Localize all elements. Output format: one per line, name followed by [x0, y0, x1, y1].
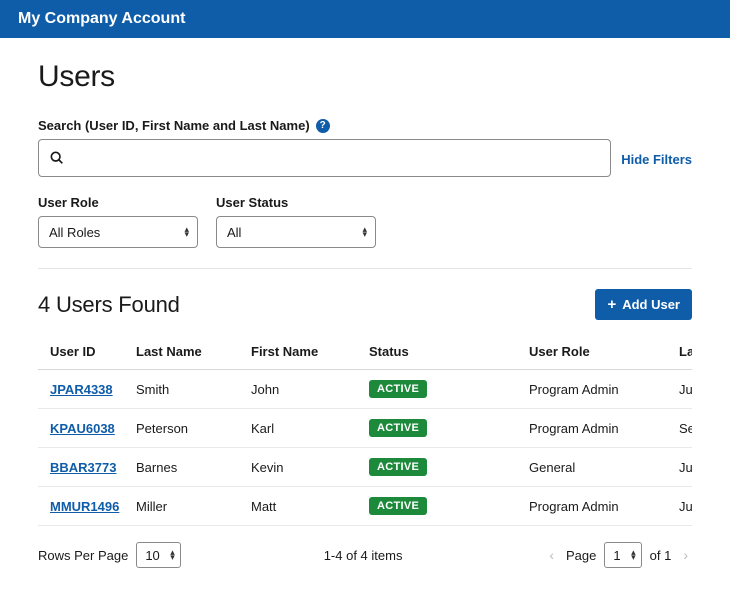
cell-last-login: Jul 0 — [675, 487, 692, 526]
status-badge: ACTIVE — [369, 497, 427, 515]
select-arrows-icon: ▴▾ — [170, 550, 175, 560]
filters-row: User Role All Roles ▴▾ User Status All ▴… — [38, 195, 692, 248]
users-table-wrap: User ID Last Name First Name Status User… — [38, 334, 692, 526]
table-row: BBAR3773 BarnesKevinACTIVE GeneralJul 0 — [38, 448, 692, 487]
add-user-label: Add User — [622, 297, 680, 312]
role-select-value: All Roles — [49, 225, 100, 240]
role-select[interactable]: All Roles ▴▾ — [38, 216, 198, 248]
user-id-link[interactable]: JPAR4338 — [50, 382, 113, 397]
role-label: User Role — [38, 195, 198, 210]
search-icon — [49, 150, 65, 166]
status-badge: ACTIVE — [369, 419, 427, 437]
table-row: JPAR4338 SmithJohnACTIVE Program AdminJul … — [38, 370, 692, 409]
cell-user-role: Program Admin — [525, 370, 675, 409]
rows-per-page-value: 10 — [145, 548, 159, 563]
user-id-link[interactable]: KPAU6038 — [50, 421, 115, 436]
cell-first-name: Matt — [247, 487, 365, 526]
page-number-select[interactable]: 1 ▴▾ — [604, 542, 641, 568]
status-badge: ACTIVE — [369, 458, 427, 476]
col-user-id[interactable]: User ID — [38, 334, 132, 370]
search-input[interactable] — [73, 150, 600, 166]
app-header: My Company Account — [0, 0, 730, 38]
page-title: Users — [38, 60, 692, 94]
select-arrows-icon: ▴▾ — [631, 550, 636, 560]
status-badge: ACTIVE — [369, 380, 427, 398]
hide-filters-link[interactable]: Hide Filters — [621, 152, 692, 167]
app-title: My Company Account — [18, 10, 185, 27]
cell-last-login: Jul 0 — [675, 448, 692, 487]
select-arrows-icon: ▴▾ — [184, 227, 189, 237]
help-icon[interactable]: ? — [316, 119, 330, 133]
col-last-name[interactable]: Last Name — [132, 334, 247, 370]
cell-first-name: John — [247, 370, 365, 409]
cell-last-name: Peterson — [132, 409, 247, 448]
rows-per-page-label: Rows Per Page — [38, 548, 128, 563]
add-user-button[interactable]: + Add User — [595, 289, 692, 320]
rows-per-page-select[interactable]: 10 ▴▾ — [136, 542, 180, 568]
col-first-name[interactable]: First Name — [247, 334, 365, 370]
users-table: User ID Last Name First Name Status User… — [38, 334, 692, 526]
cell-first-name: Kevin — [247, 448, 365, 487]
plus-icon: + — [607, 297, 616, 312]
cell-last-name: Barnes — [132, 448, 247, 487]
page-content: Users Search (User ID, First Name and La… — [0, 38, 730, 598]
table-row: KPAU6038 PetersonKarlACTIVE Program AdminS… — [38, 409, 692, 448]
col-user-role[interactable]: User Role — [525, 334, 675, 370]
col-last-login[interactable]: Last — [675, 334, 692, 370]
status-select[interactable]: All ▴▾ — [216, 216, 376, 248]
prev-page-icon[interactable]: ‹ — [545, 547, 558, 563]
cell-first-name: Karl — [247, 409, 365, 448]
page-label: Page — [566, 548, 596, 563]
filter-role: User Role All Roles ▴▾ — [38, 195, 198, 248]
search-box[interactable] — [38, 139, 611, 177]
col-status[interactable]: Status — [365, 334, 525, 370]
pagination-left: Rows Per Page 10 ▴▾ — [38, 542, 181, 568]
user-id-link[interactable]: BBAR3773 — [50, 460, 116, 475]
results-title: 4 Users Found — [38, 292, 180, 318]
cell-last-login: Jul 0 — [675, 370, 692, 409]
filter-status: User Status All ▴▾ — [216, 195, 376, 248]
user-id-link[interactable]: MMUR1496 — [50, 499, 119, 514]
table-header-row: User ID Last Name First Name Status User… — [38, 334, 692, 370]
pagination-range: 1-4 of 4 items — [324, 548, 403, 563]
cell-user-role: Program Admin — [525, 487, 675, 526]
select-arrows-icon: ▴▾ — [362, 227, 367, 237]
results-head: 4 Users Found + Add User — [38, 289, 692, 320]
pagination: Rows Per Page 10 ▴▾ 1-4 of 4 items ‹ Pag… — [38, 542, 692, 568]
of-text: of 1 — [650, 548, 672, 563]
search-label-row: Search (User ID, First Name and Last Nam… — [38, 118, 611, 133]
status-select-value: All — [227, 225, 241, 240]
search-label: Search (User ID, First Name and Last Nam… — [38, 118, 310, 133]
cell-user-role: General — [525, 448, 675, 487]
pagination-right: ‹ Page 1 ▴▾ of 1 › — [545, 542, 692, 568]
next-page-icon[interactable]: › — [679, 547, 692, 563]
search-column: Search (User ID, First Name and Last Nam… — [38, 118, 611, 177]
cell-last-name: Miller — [132, 487, 247, 526]
cell-last-name: Smith — [132, 370, 247, 409]
cell-last-login: Sep — [675, 409, 692, 448]
divider — [38, 268, 692, 269]
table-row: MMUR1496 MillerMattACTIVE Program AdminJul… — [38, 487, 692, 526]
page-number-value: 1 — [613, 548, 620, 563]
cell-user-role: Program Admin — [525, 409, 675, 448]
search-row: Search (User ID, First Name and Last Nam… — [38, 118, 692, 177]
status-label: User Status — [216, 195, 376, 210]
